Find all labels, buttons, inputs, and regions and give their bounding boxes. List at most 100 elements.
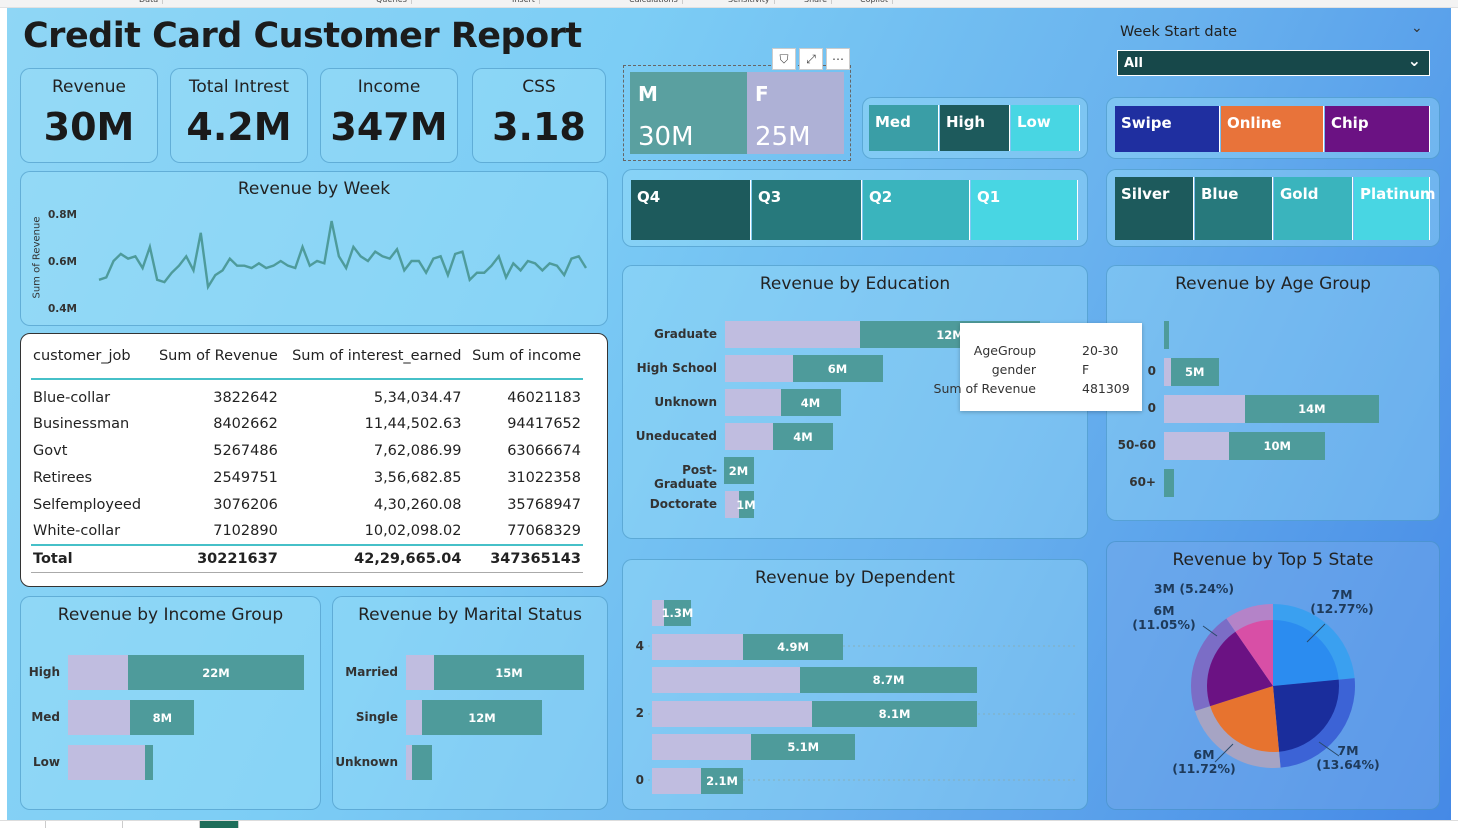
income-slicer-item-high[interactable]: High [940, 105, 1010, 151]
table-cell: Retirees [33, 469, 93, 486]
week-filter-dropdown[interactable]: All ⌄ [1117, 50, 1430, 76]
quarter-slicer-item-q2[interactable]: Q2 [863, 180, 970, 240]
revenue-by-marital-status-card: Revenue by Marital Status 15M Married 12M S… [332, 596, 608, 810]
category-label: Uneducated [635, 428, 717, 443]
bar[interactable] [1164, 469, 1174, 497]
gender-segment-m[interactable]: M 30M [630, 72, 747, 154]
bar[interactable]: 2M [723, 457, 754, 484]
gender-card[interactable]: M 30M F 25M [623, 65, 851, 161]
ribbon-tab[interactable]: Queries [372, 0, 412, 4]
table-cell: 5267486 [213, 442, 278, 459]
bar[interactable]: 14M [1244, 395, 1380, 423]
payment-slicer-item-swipe[interactable]: Swipe [1115, 106, 1220, 152]
bar[interactable]: 4M [773, 423, 833, 450]
chevron-down-icon: ⌄ [1407, 51, 1421, 70]
bar[interactable]: 1.3M [661, 600, 693, 626]
category-label: Post-Graduate [654, 462, 717, 491]
report-canvas: Credit Card Customer Report Revenue 30M To… [7, 8, 1451, 820]
category-label: 60+ [1129, 475, 1156, 489]
filter-icon[interactable]: ⛉ [772, 48, 796, 70]
bar[interactable]: 4M [780, 389, 841, 416]
kpi-card-income: Income 347M [320, 68, 458, 163]
ribbon-bar: Data Queries Insert Calculations Sensitivity… [0, 0, 1458, 8]
bar[interactable]: 6M [792, 355, 883, 382]
ribbon-tab[interactable]: Calculations [625, 0, 683, 4]
bar[interactable]: 15M [434, 655, 584, 690]
y-tick-label: 0.8M [48, 209, 77, 221]
kpi-label: Total Intrest [188, 77, 290, 97]
slice-label: 6M (11.05%) [1132, 603, 1196, 632]
ribbon-tab[interactable]: Share [800, 0, 833, 4]
table-cell: 10,02,098.02 [364, 523, 462, 539]
kpi-value: 3.18 [492, 105, 586, 149]
bar-background[interactable] [68, 745, 153, 780]
ribbon-tab[interactable]: Data [135, 0, 164, 4]
ribbon-tab[interactable]: Copilot [856, 0, 894, 4]
bar[interactable]: 12M [422, 700, 542, 735]
bar[interactable] [412, 745, 432, 780]
bar[interactable]: 22M [128, 655, 304, 690]
ribbon-tab[interactable]: Sensitivity [724, 0, 775, 4]
table-cell: 3076206 [213, 496, 278, 513]
card-slicer-item-blue[interactable]: Blue [1195, 177, 1273, 240]
kpi-value: 4.2M [186, 105, 292, 149]
bar[interactable] [1164, 321, 1169, 349]
table-row: Businessman 8402662 11,44,502.63 94417652 [31, 410, 583, 437]
table-cell: 7102890 [213, 523, 278, 539]
bar[interactable]: 8.1M [812, 700, 977, 727]
data-label: 12M [468, 710, 496, 725]
quarter-slicer-item-q3[interactable]: Q3 [752, 180, 862, 240]
bar[interactable]: 2.1M [700, 767, 744, 794]
bar[interactable]: 1M [736, 491, 756, 518]
table-total-cell: Total [31, 544, 150, 573]
data-label: 1M [736, 497, 756, 512]
kpi-label: Income [357, 77, 421, 97]
chevron-down-icon[interactable]: ⌄ [1411, 20, 1423, 36]
column-header[interactable]: customer_job [31, 344, 150, 380]
table-row: Retirees 2549751 3,56,682.85 31022358 [31, 464, 583, 491]
data-label: 8.1M [878, 706, 911, 721]
bar[interactable]: 10M [1229, 432, 1326, 460]
column-header[interactable]: Sum of interest_earned [279, 344, 464, 380]
income-slicer-item-low[interactable]: Low [1011, 105, 1080, 151]
tooltip-key: AgeGroup [973, 343, 1036, 358]
bar[interactable]: 8M [130, 700, 195, 735]
category-label: High [28, 664, 60, 679]
bar[interactable]: 5M [1170, 358, 1219, 386]
bar[interactable]: 5.1M [751, 734, 855, 760]
table-row: Blue-collar 3822642 5,34,034.47 46021183 [31, 379, 583, 410]
bar[interactable]: 8.7M [800, 667, 977, 693]
ribbon-tab[interactable]: Insert [508, 0, 540, 4]
quarter-slicer-item-q1[interactable]: Q1 [971, 180, 1078, 240]
customer-job-table: customer_job Sum of Revenue Sum of interes… [20, 333, 608, 587]
revenue-line [98, 220, 588, 291]
quarter-slicer-item-q4[interactable]: Q4 [631, 180, 751, 240]
table-cell: 8402662 [213, 415, 278, 432]
payment-slicer-item-online[interactable]: Online [1221, 106, 1324, 152]
category-label: High School [636, 360, 717, 375]
revenue-by-week-card: Revenue by Week Sum of Revenue 0.8M 0.6M 0… [20, 171, 608, 326]
revenue-by-age-group-card: Revenue by Age Group 5M 0 14M 0 10M 50-60 60+ [1106, 265, 1440, 521]
bar[interactable]: 4.9M [743, 633, 843, 660]
card-slicer-item-silver[interactable]: Silver [1115, 177, 1194, 240]
income-slicer-item-med[interactable]: Med [869, 105, 939, 151]
focus-icon[interactable]: ⤢ [799, 48, 823, 70]
table-row: Selfemployeed 3076206 4,30,260.08 35768947 [31, 491, 583, 518]
card-category-slicer-card: Silver Blue Gold Platinum [1106, 169, 1440, 247]
data-label: 5.1M [787, 740, 820, 754]
kpi-value: 347M [330, 105, 448, 149]
gender-segment-f[interactable]: F 25M [747, 72, 844, 154]
more-icon[interactable]: ⋯ [826, 48, 850, 70]
payment-slicer-card: Swipe Online Chip [1106, 97, 1440, 159]
bar[interactable] [144, 745, 153, 780]
table-total-row: Total 30221637 42,29,665.04 347365143 [31, 544, 583, 573]
payment-slicer-item-chip[interactable]: Chip [1325, 106, 1430, 152]
table-cell: 3,56,682.85 [373, 469, 462, 486]
table-cell: 11,44,502.63 [364, 415, 462, 432]
category-label: 2 [635, 705, 644, 720]
column-header[interactable]: Sum of income [463, 344, 583, 380]
card-slicer-item-platinum[interactable]: Platinum [1354, 177, 1436, 240]
column-header[interactable]: Sum of Revenue [149, 344, 280, 380]
data-label: 4M [800, 395, 821, 410]
card-slicer-item-gold[interactable]: Gold [1274, 177, 1353, 240]
